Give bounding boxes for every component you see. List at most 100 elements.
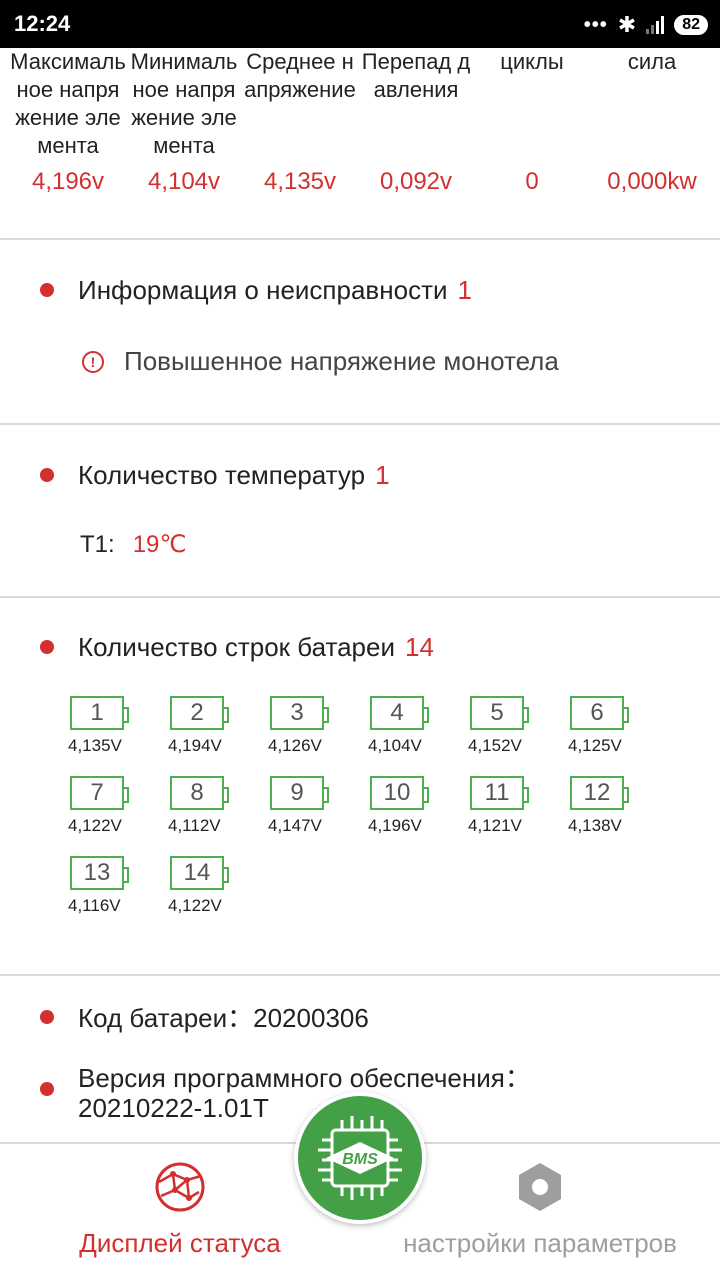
- cell-voltage: 4,112V: [168, 816, 221, 835]
- cell-battery-icon: 4: [370, 696, 429, 730]
- cell-battery-icon: 14: [170, 856, 229, 890]
- cell-battery-icon: 6: [570, 696, 629, 730]
- stat-power: сила 0,000kw: [594, 48, 710, 195]
- cell-item: 10 4,196V: [368, 776, 448, 848]
- cell-battery-icon: 13: [70, 856, 129, 890]
- stat-label: циклы: [500, 49, 564, 74]
- status-icons: ••• ✱ 82: [584, 12, 708, 38]
- stat-min-voltage: Минимальное напряжение элемента 4,104v: [126, 48, 242, 195]
- cell-voltage: 4,116V: [68, 896, 121, 915]
- cell-battery-icon: 12: [570, 776, 629, 810]
- stat-label: Среднее напряжение: [244, 49, 356, 102]
- temperature-value: 19℃: [132, 531, 187, 558]
- signal-icon: [646, 16, 665, 34]
- cell-voltage: 4,121V: [468, 816, 522, 835]
- stat-label: Максимальное напряжение элемента: [10, 49, 126, 158]
- temperature-section-title: Количество температур 1: [78, 460, 390, 491]
- cell-voltage: 4,104V: [368, 736, 422, 755]
- cell-voltage: 4,194V: [168, 736, 222, 755]
- cell-battery-icon: 8: [170, 776, 229, 810]
- cell-voltage: 4,152V: [468, 736, 522, 755]
- stat-avg-voltage: Среднее напряжение 4,135v: [242, 48, 358, 195]
- cell-battery-icon: 10: [370, 776, 429, 810]
- battery-icon: 82: [674, 15, 708, 35]
- temperature-count: 1: [375, 460, 390, 490]
- cell-voltage: 4,126V: [268, 736, 322, 755]
- voltage-stats-panel: Максимальное напряжение элемента 4,196v …: [0, 48, 720, 238]
- cell-item: 14 4,122V: [168, 856, 248, 928]
- bullet-dot: [40, 640, 54, 654]
- stat-value: 0,000kw: [607, 168, 697, 195]
- nav-settings-label: настройки параметров: [403, 1228, 677, 1258]
- cell-item: 5 4,152V: [468, 696, 548, 768]
- stat-value: 4,135v: [263, 168, 337, 195]
- cell-voltage: 4,122V: [68, 816, 122, 835]
- cell-voltage: 4,138V: [568, 816, 622, 835]
- cell-item: 4 4,104V: [368, 696, 448, 768]
- bullet-dot: [40, 283, 54, 297]
- fault-item: ! Повышенное напряжение монотела: [82, 346, 559, 377]
- stat-value: 0,092v: [379, 168, 453, 195]
- cell-item: 11 4,121V: [468, 776, 548, 848]
- nav-status-display[interactable]: Дисплей статуса: [60, 1160, 300, 1259]
- cell-item: 6 4,125V: [568, 696, 648, 768]
- cell-battery-icon: 5: [470, 696, 529, 730]
- stat-value: 4,104v: [147, 168, 221, 195]
- bms-chip-icon: BMS: [318, 1116, 402, 1200]
- cell-item: 9 4,147V: [268, 776, 348, 848]
- cell-voltage: 4,122V: [168, 896, 222, 915]
- system-status-bar: 12:24 ••• ✱ 82: [0, 0, 720, 48]
- cell-battery-icon: 11: [470, 776, 529, 810]
- cell-battery-icon: 7: [70, 776, 129, 810]
- bullet-dot: [40, 468, 54, 482]
- cell-battery-icon: 2: [170, 696, 229, 730]
- stat-label: Минимальное напряжение элемента: [130, 49, 238, 158]
- cell-item: 13 4,116V: [68, 856, 148, 928]
- more-notifications-icon: •••: [583, 13, 608, 36]
- bullet-dot: [40, 1082, 54, 1096]
- stat-voltage-diff: Перепад давления 0,092v: [358, 48, 474, 195]
- stat-value: 0: [525, 168, 539, 195]
- stat-value: 4,196v: [31, 168, 105, 195]
- divider: [0, 974, 720, 976]
- stat-label: сила: [627, 49, 677, 74]
- cell-item: 2 4,194V: [168, 696, 248, 768]
- fault-title: Информация о неисправности: [78, 275, 448, 305]
- temperature-item: T1: 19℃: [80, 530, 186, 559]
- cell-item: 3 4,126V: [268, 696, 348, 768]
- firmware-label: Версия программного обеспечения：: [78, 1063, 531, 1093]
- fault-section-title: Информация о неисправности 1: [78, 275, 472, 306]
- cell-battery-icon: 1: [70, 696, 129, 730]
- stat-cycles: циклы 0: [474, 48, 590, 195]
- battery-code-value: 20200306: [253, 1003, 369, 1033]
- bullet-dot: [40, 1010, 54, 1024]
- bms-label: BMS: [342, 1151, 378, 1168]
- cells-title: Количество строк батареи: [78, 632, 395, 662]
- cell-voltage: 4,196V: [368, 816, 422, 835]
- nav-parameter-settings[interactable]: настройки параметров: [380, 1160, 700, 1259]
- settings-hexagon-icon: [519, 1163, 561, 1211]
- temperature-title: Количество температур: [78, 460, 366, 490]
- battery-code-row: Код батареи：20200306: [78, 1003, 369, 1033]
- cell-item: 7 4,122V: [68, 776, 148, 848]
- nav-status-label: Дисплей статуса: [79, 1228, 281, 1258]
- cell-voltage: 4,125V: [568, 736, 622, 755]
- globe-network-icon: [155, 1162, 205, 1212]
- cell-voltage: 4,135V: [68, 736, 122, 755]
- divider: [0, 238, 720, 240]
- cell-item: 1 4,135V: [68, 696, 148, 768]
- cell-item: 12 4,138V: [568, 776, 648, 848]
- cell-item: 8 4,112V: [168, 776, 248, 848]
- stat-label: Перепад давления: [361, 49, 471, 102]
- temperature-label: T1:: [80, 531, 115, 558]
- clock: 12:24: [14, 11, 71, 36]
- battery-code-label: Код батареи：: [78, 1003, 254, 1033]
- bms-center-button[interactable]: BMS: [294, 1092, 426, 1224]
- divider: [0, 423, 720, 425]
- fault-count: 1: [457, 275, 472, 305]
- stat-max-voltage: Максимальное напряжение элемента 4,196v: [10, 48, 126, 195]
- warning-icon: !: [82, 350, 104, 373]
- cell-battery-icon: 9: [270, 776, 329, 810]
- cell-battery-icon: 3: [270, 696, 329, 730]
- divider: [0, 596, 720, 598]
